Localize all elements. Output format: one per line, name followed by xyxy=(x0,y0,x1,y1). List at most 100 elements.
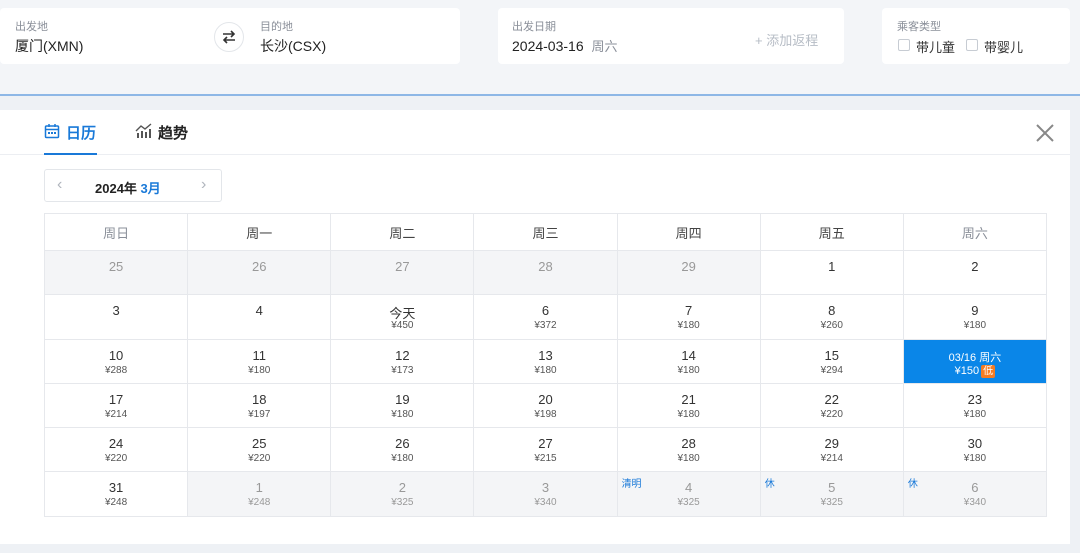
date-field[interactable]: 2024-03-16 周六 xyxy=(512,36,618,55)
day-price: ¥180 xyxy=(391,408,414,420)
calendar-week-row: 31 ¥248 1 ¥248 2 ¥325 3 ¥340 清明 4 ¥325 休 5 ¥325 休 6 ¥340 xyxy=(45,472,1047,517)
calendar-day-cell[interactable]: 30 ¥180 xyxy=(903,428,1047,473)
day-number: 20 xyxy=(538,391,553,407)
calendar-day-cell[interactable]: 25 ¥220 xyxy=(188,428,332,473)
day-price-wrap: ¥180 xyxy=(904,409,1046,420)
calendar-day-cell-outside[interactable]: 26 xyxy=(188,251,332,296)
day-number: 2 xyxy=(398,480,406,496)
calendar-icon xyxy=(44,124,60,139)
calendar-day-cell[interactable]: 9 ¥180 xyxy=(903,295,1047,340)
calendar-day-cell-outside[interactable]: 25 xyxy=(45,251,189,296)
calendar-day-cell[interactable]: 28 ¥180 xyxy=(617,428,761,473)
calendar-day-cell-outside[interactable]: 29 xyxy=(617,251,761,296)
calendar-day-cell[interactable]: 22 ¥220 xyxy=(760,383,904,429)
swap-button[interactable] xyxy=(214,22,244,52)
day-price-wrap: ¥325 xyxy=(761,497,903,508)
day-price-wrap: ¥450 xyxy=(331,320,473,331)
day-price: ¥180 xyxy=(677,320,700,332)
tab-trend[interactable]: 趋势 xyxy=(135,122,188,155)
calendar-day-cell[interactable]: 27 ¥215 xyxy=(474,428,618,473)
day-price: ¥150 xyxy=(954,364,980,377)
calendar-week-row: 24 ¥220 25 ¥220 26 ¥180 27 ¥215 28 ¥180 29 ¥214 30 ¥1… xyxy=(45,428,1047,473)
current-month-label: 3月 xyxy=(140,181,161,196)
calendar-day-cell[interactable]: 21 ¥180 xyxy=(617,383,761,429)
day-number: 7 xyxy=(685,303,693,319)
day-price: ¥180 xyxy=(248,364,271,376)
calendar-day-cell-outside[interactable]: 28 xyxy=(474,251,618,296)
day-number: 31 xyxy=(108,480,124,496)
day-number: 27 xyxy=(538,436,553,452)
calendar-day-cell[interactable]: 4 xyxy=(188,295,332,340)
day-price-wrap: ¥248 xyxy=(45,497,187,508)
calendar-day-cell-outside[interactable]: 休 6 ¥340 xyxy=(903,472,1047,517)
calendar-day-cell[interactable]: 14 ¥180 xyxy=(617,339,761,384)
calendar-day-cell[interactable]: 1 xyxy=(760,251,904,296)
calendar-day-cell[interactable]: 12 ¥173 xyxy=(331,339,475,384)
calendar-day-cell[interactable]: 31 ¥248 xyxy=(45,472,189,517)
day-number: 22 xyxy=(824,391,839,407)
day-number: 30 xyxy=(967,436,983,452)
prev-month-icon[interactable]: ‹ xyxy=(57,176,62,194)
tab-calendar[interactable]: 日历 xyxy=(44,122,97,155)
calendar-day-cell-outside[interactable]: 27 xyxy=(331,251,475,296)
calendar-day-cell-outside[interactable]: 2 ¥325 xyxy=(331,472,475,517)
day-price: ¥325 xyxy=(391,497,414,509)
child-checkbox[interactable] xyxy=(898,39,910,51)
calendar-day-cell-outside[interactable]: 3 ¥340 xyxy=(474,472,618,517)
calendar-day-cell[interactable]: 13 ¥180 xyxy=(474,339,618,384)
day-price-wrap: ¥220 xyxy=(761,409,903,420)
calendar-day-cell[interactable]: 今天 ¥450 xyxy=(331,295,475,340)
passenger-type-label: 乘客类型 xyxy=(897,21,941,33)
calendar-day-cell-outside[interactable]: 1 ¥248 xyxy=(188,472,332,517)
from-label: 出发地 xyxy=(15,21,48,33)
calendar-day-cell[interactable]: 2 xyxy=(903,251,1047,296)
day-price: ¥180 xyxy=(391,453,414,465)
weekday-header: 周日 周一 周二 周三 周四 周五 周六 xyxy=(45,214,1047,251)
calendar-weeks: 25 26 27 28 29 1 2 3 4 今天 ¥450 6 ¥372 7 ¥180 8 ¥260 9 ¥180… xyxy=(45,251,1047,517)
calendar-day-cell[interactable]: 26 ¥180 xyxy=(331,428,475,473)
next-month-icon[interactable]: › xyxy=(201,176,206,194)
day-price: ¥214 xyxy=(820,453,843,465)
calendar-day-cell-outside[interactable]: 清明 4 ¥325 xyxy=(617,472,761,517)
calendar-day-cell[interactable]: 03/16 周六 ¥150 低 xyxy=(903,339,1047,384)
day-price-wrap: ¥180 xyxy=(331,453,473,464)
day-price-wrap: ¥260 xyxy=(761,320,903,331)
calendar-grid: 周日 周一 周二 周三 周四 周五 周六 25 26 27 28 29 1 2 3 4 今天 ¥45… xyxy=(44,213,1047,517)
calendar-day-cell[interactable]: 10 ¥288 xyxy=(45,339,189,384)
day-price: ¥214 xyxy=(104,408,128,420)
calendar-day-cell[interactable]: 19 ¥180 xyxy=(331,383,475,429)
calendar-day-cell-outside[interactable]: 休 5 ¥325 xyxy=(760,472,904,517)
from-field[interactable]: 厦门(XMN) xyxy=(15,36,83,56)
day-price-wrap: ¥294 xyxy=(761,365,903,376)
calendar-day-cell[interactable]: 15 ¥294 xyxy=(760,339,904,384)
day-price: ¥180 xyxy=(963,408,987,420)
day-price-wrap: ¥180 xyxy=(331,409,473,420)
calendar-day-cell[interactable]: 23 ¥180 xyxy=(903,383,1047,429)
weekday-sun: 周日 xyxy=(45,214,189,251)
calendar-week-row: 10 ¥288 11 ¥180 12 ¥173 13 ¥180 14 ¥180 15 ¥294 03/1… xyxy=(45,339,1047,384)
calendar-day-cell[interactable]: 18 ¥197 xyxy=(188,383,332,429)
calendar-day-cell[interactable]: 6 ¥372 xyxy=(474,295,618,340)
day-price: ¥450 xyxy=(391,320,414,332)
lowest-price-badge: 低 xyxy=(981,364,996,378)
day-number: 5 xyxy=(828,480,836,496)
infant-checkbox-label[interactable]: 带婴儿 xyxy=(984,37,1023,56)
child-checkbox-label[interactable]: 带儿童 xyxy=(916,37,955,56)
to-field[interactable]: 长沙(CSX) xyxy=(260,36,326,56)
calendar-day-cell[interactable]: 17 ¥214 xyxy=(45,383,189,429)
calendar-day-cell[interactable]: 11 ¥180 xyxy=(188,339,332,384)
day-price-wrap: ¥248 xyxy=(188,497,330,508)
day-number: 28 xyxy=(538,259,553,274)
add-return-button[interactable]: + 添加返程 xyxy=(755,30,818,49)
weekday-wed: 周三 xyxy=(474,214,618,251)
calendar-day-cell[interactable]: 24 ¥220 xyxy=(45,428,189,473)
calendar-day-cell[interactable]: 20 ¥198 xyxy=(474,383,618,429)
close-icon[interactable] xyxy=(1034,122,1056,144)
day-number: 27 xyxy=(395,259,410,274)
calendar-day-cell[interactable]: 3 xyxy=(45,295,189,340)
calendar-day-cell[interactable]: 7 ¥180 xyxy=(617,295,761,340)
current-year-label: 2024年 xyxy=(95,181,137,196)
infant-checkbox[interactable] xyxy=(966,39,978,51)
calendar-day-cell[interactable]: 29 ¥214 xyxy=(760,428,904,473)
calendar-day-cell[interactable]: 8 ¥260 xyxy=(760,295,904,340)
